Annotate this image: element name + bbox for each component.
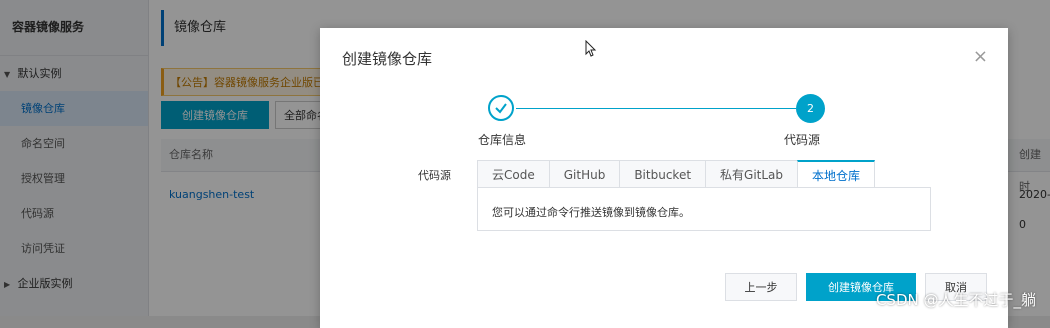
- close-icon[interactable]: ×: [973, 46, 988, 67]
- tab-private-gitlab[interactable]: 私有GitLab: [705, 160, 798, 188]
- step-label-code-source: 代码源: [784, 133, 821, 147]
- check-icon: [488, 95, 514, 121]
- watermark: CSDN @人生不过于_躺: [875, 291, 1036, 309]
- previous-step-button[interactable]: 上一步: [725, 273, 797, 301]
- tab-bitbucket[interactable]: Bitbucket: [619, 160, 706, 188]
- mouse-pointer-icon: [585, 39, 597, 61]
- step-label-repo-info: 仓库信息: [478, 133, 527, 147]
- panel-description: 您可以通过命令行推送镜像到镜像仓库。: [492, 206, 690, 219]
- step-connector: [516, 108, 796, 109]
- code-source-tabs: 云Code GitHub Bitbucket 私有GitLab 本地仓库: [477, 160, 876, 188]
- tab-panel: 您可以通过命令行推送镜像到镜像仓库。: [477, 187, 931, 231]
- stepper: 2 仓库信息 代码源: [472, 92, 852, 162]
- tab-github[interactable]: GitHub: [548, 160, 620, 188]
- dialog-title: 创建镜像仓库: [342, 50, 433, 68]
- tab-yun-code[interactable]: 云Code: [477, 160, 549, 188]
- step-number-badge: 2: [796, 94, 825, 123]
- tab-local-repository[interactable]: 本地仓库: [797, 160, 876, 188]
- code-source-label: 代码源: [418, 169, 451, 182]
- create-repository-dialog: 创建镜像仓库 × 2 仓库信息 代码源 代码源 云Code GitHub Bit…: [320, 28, 1008, 328]
